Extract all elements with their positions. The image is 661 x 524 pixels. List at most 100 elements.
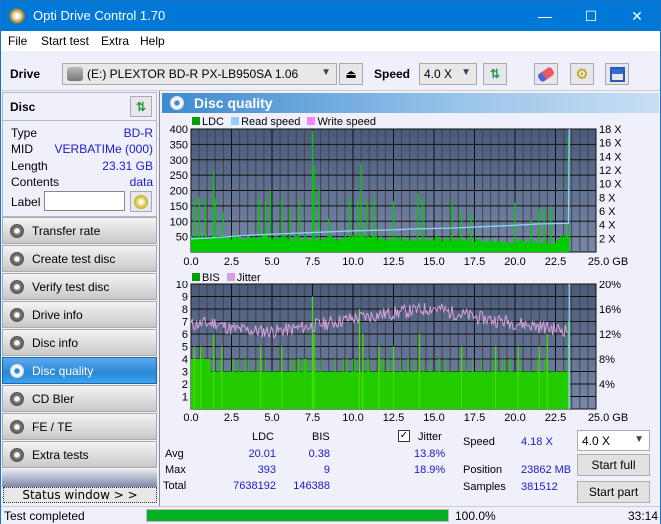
y-tick-label: 1	[182, 392, 188, 404]
nav-label: FE / TE	[32, 420, 73, 434]
test-speed-value: 4.0 X	[582, 434, 611, 448]
start-part-button[interactable]: Start part	[577, 481, 650, 503]
disc-value: 23.31 GB	[102, 159, 153, 173]
x-tick-label: 2.5	[224, 412, 239, 421]
nav-drive-info[interactable]: Drive info	[2, 301, 157, 328]
menu-file[interactable]: File	[8, 34, 27, 48]
speed-select[interactable]: 4.0 X ▼	[419, 63, 477, 85]
y2-tick-label: 12 X	[599, 165, 622, 177]
close-button[interactable]: ✕	[614, 1, 660, 31]
nav-label: Create test disc	[32, 252, 116, 266]
nav-label: Disc info	[32, 336, 79, 350]
nav-disc-quality[interactable]: Disc quality	[2, 357, 157, 384]
y2-tick-label: 20%	[599, 281, 621, 291]
maximize-button[interactable]: ☐	[568, 1, 614, 31]
disc-nav-icon	[10, 420, 24, 434]
drive-select-value: (E:) PLEXTOR BD-R PX-LB950SA 1.06	[87, 67, 299, 81]
nav-disc-info[interactable]: Disc info	[2, 329, 157, 356]
eject-icon: ⏏	[345, 67, 357, 81]
menu-help[interactable]: Help	[140, 34, 165, 48]
chevron-down-icon: ▼	[321, 67, 331, 78]
y-tick-label: 200	[170, 186, 188, 198]
legend-swatch-jitter	[226, 273, 235, 281]
y-tick-label: 3	[182, 367, 188, 379]
label-label: Label	[11, 195, 41, 209]
refresh-arrows-icon: ⇅	[135, 99, 147, 114]
eject-button[interactable]: ⏏	[339, 63, 363, 85]
stats-avg-ldc: 20.01	[248, 448, 276, 460]
test-speed-select[interactable]: 4.0 X ▼	[577, 430, 650, 451]
stats-max-ldc: 393	[257, 464, 276, 476]
y2-tick-label: 18 X	[599, 125, 622, 136]
status-window-button[interactable]: Status window > >	[3, 487, 157, 503]
disc-nav-icon	[10, 308, 24, 322]
y-tick-label: 400	[170, 125, 188, 136]
y2-tick-label: 16 X	[599, 138, 622, 150]
stats-avg-bis: 0.38	[308, 448, 330, 460]
y2-tick-label: 10 X	[599, 179, 622, 191]
stats-panel: LDC BIS Avg Max Total 20.01 393 7638192 …	[160, 429, 661, 506]
y-tick-label: 350	[170, 139, 188, 151]
nav-extra-tests[interactable]: Extra tests	[2, 441, 157, 468]
app-disc-icon	[9, 8, 25, 24]
disc-refresh-button[interactable]: ⇅	[130, 96, 152, 117]
refresh-arrows-icon: ⇅	[489, 67, 501, 81]
legend-swatch-write	[307, 117, 316, 125]
disc-value: VERBATIMe (000)	[54, 142, 153, 156]
toolbar: Drive (E:) PLEXTOR BD-R PX-LB950SA 1.06 …	[1, 51, 660, 91]
settings-button[interactable]: ⚙	[570, 63, 594, 85]
label-disc-button[interactable]	[130, 191, 152, 212]
stats-header-ldc: LDC	[252, 431, 275, 443]
position-value: 23862 MB	[521, 464, 572, 476]
disc-key: Type	[11, 126, 38, 140]
nav-create-test-disc[interactable]: Create test disc	[2, 245, 157, 272]
y2-tick-label: 8 X	[599, 192, 616, 204]
erase-button[interactable]	[534, 63, 558, 85]
x-tick-label: 20.0	[504, 256, 525, 267]
y-tick-label: 10	[176, 281, 188, 291]
disc-key: Length	[11, 159, 48, 173]
save-button[interactable]	[605, 63, 629, 85]
sidebar: Disc ⇅ Type BD-R MID VERBATIMe (000) Lengt…	[1, 91, 159, 506]
x-tick-label: 5.0	[264, 412, 279, 421]
stats-avg-label: Avg	[165, 448, 184, 460]
menu-extra[interactable]: Extra	[101, 34, 129, 48]
x-tick-label: 22.5	[545, 412, 566, 421]
x-tick-label: 12.5	[383, 256, 404, 267]
y-tick-label: 2	[182, 379, 188, 391]
x-tick-label: 0.0	[183, 412, 198, 421]
y-tick-label: 4	[182, 354, 188, 366]
y2-tick-label: 14 X	[599, 151, 622, 163]
nav-label: Verify test disc	[32, 280, 110, 294]
start-full-button[interactable]: Start full	[577, 454, 650, 476]
disc-quality-panel: Disc quality LDC Read speed Write speed …	[159, 91, 660, 506]
drive-select[interactable]: (E:) PLEXTOR BD-R PX-LB950SA 1.06 ▼	[62, 63, 337, 85]
disc-value: data	[129, 175, 153, 189]
disc-nav-icon	[10, 224, 24, 238]
panel-header: Disc quality	[162, 93, 659, 113]
x-tick-label: 0.0	[183, 256, 198, 267]
refresh-button[interactable]: ⇅	[483, 63, 507, 85]
panel-title: Disc quality	[194, 95, 273, 111]
label-input[interactable]	[44, 191, 125, 211]
nav-cd-bler[interactable]: CD Bler	[2, 385, 157, 412]
minimize-button[interactable]: —	[522, 1, 568, 31]
disc-title: Disc	[10, 100, 36, 114]
nav-fe-te[interactable]: FE / TE	[2, 413, 157, 440]
x-tick-label: 7.5	[305, 412, 320, 421]
y2-tick-label: 4 X	[599, 220, 616, 232]
x-tick-label: 10.0	[342, 412, 363, 421]
disc-nav-icon	[10, 280, 24, 294]
y2-tick-label: 6 X	[599, 206, 616, 218]
jitter-checkbox[interactable]: ✓	[398, 430, 410, 442]
x-tick-label: 20.0	[504, 412, 525, 421]
y-tick-label: 150	[170, 201, 188, 213]
elapsed-time: 33:14	[628, 509, 659, 523]
nav-label: Drive info	[32, 308, 83, 322]
disc-quality-icon	[170, 96, 184, 110]
nav-verify-test-disc[interactable]: Verify test disc	[2, 273, 157, 300]
nav-transfer-rate[interactable]: Transfer rate	[2, 217, 157, 244]
menu-start-test[interactable]: Start test	[41, 34, 89, 48]
nav-label: Disc quality	[32, 364, 94, 378]
disc-key: Contents	[11, 175, 60, 189]
